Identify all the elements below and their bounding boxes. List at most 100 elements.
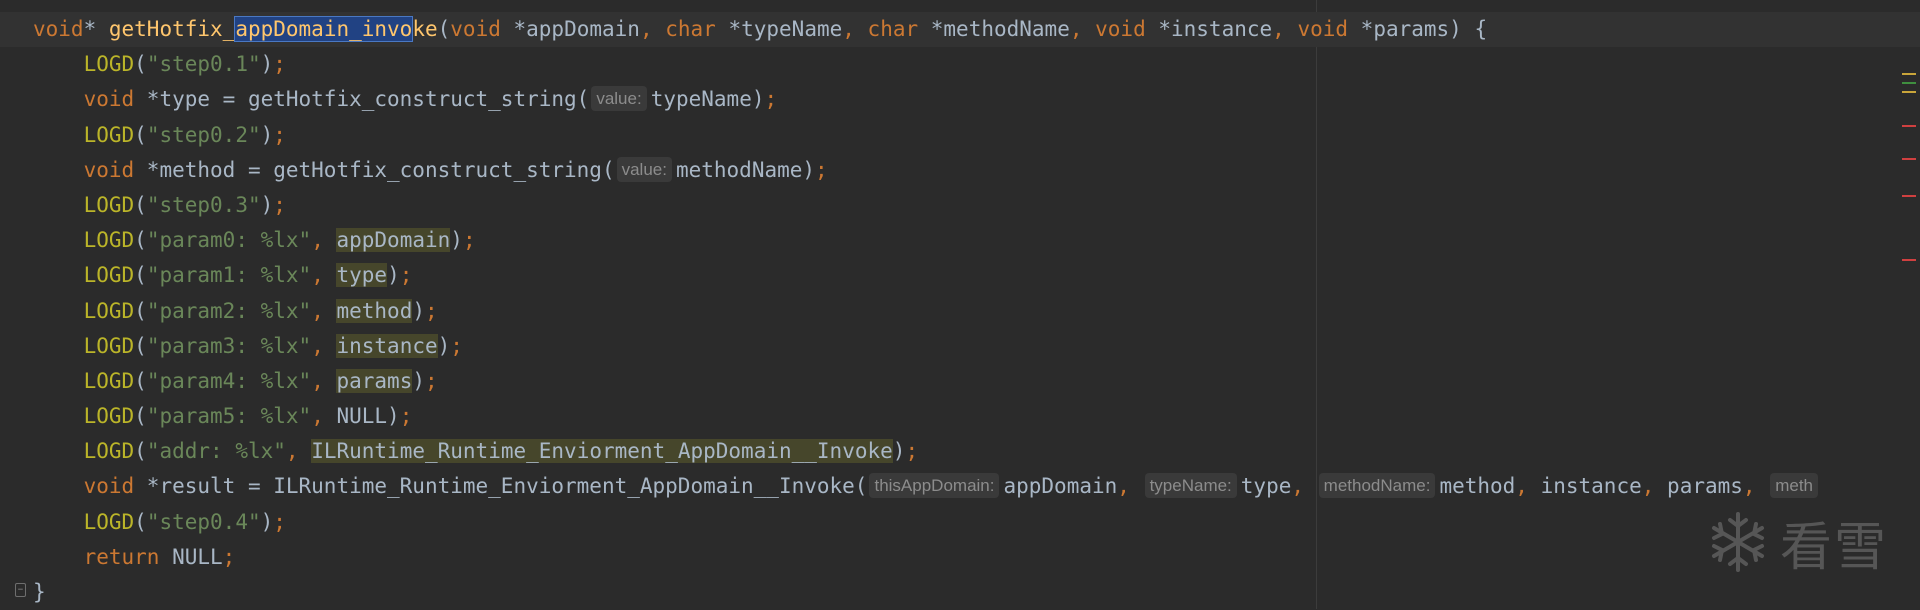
code-line[interactable]: LOGD("step0.3"); <box>33 188 1920 223</box>
code-line[interactable]: void *method = getHotfix_construct_strin… <box>33 153 1920 188</box>
code-token: ) <box>412 368 425 393</box>
macro-token: LOGD <box>83 263 135 288</box>
error-stripe-mark[interactable] <box>1902 124 1916 127</box>
punctuation-token: ; <box>222 544 236 569</box>
string-literal: "param1: %lx" <box>146 263 312 288</box>
code-token: type <box>1240 474 1292 499</box>
watermark-text: 看雪 <box>1780 517 1889 578</box>
string-literal: "param4: %lx" <box>146 368 312 393</box>
code-line[interactable]: void *type = getHotfix_construct_string(… <box>33 82 1920 117</box>
punctuation-token: , <box>639 17 666 41</box>
watermark: 看雪 <box>1706 508 1906 578</box>
code-line[interactable]: LOGD("param2: %lx", method); <box>33 294 1920 329</box>
editor-gutter: − − <box>0 0 30 609</box>
code-token: methodName) <box>675 157 816 182</box>
code-token: ) <box>387 263 400 288</box>
code-line[interactable]: void *result = ILRuntime_Runtime_Enviorm… <box>33 469 1920 504</box>
punctuation-token: ; <box>425 368 438 393</box>
usage-highlight: appDomain <box>336 228 451 253</box>
parameter-hint: typeName: <box>1144 473 1237 499</box>
code-line[interactable]: return NULL; <box>33 540 1920 575</box>
code-token: ( <box>134 263 147 288</box>
error-stripe-mark[interactable] <box>1902 158 1916 161</box>
parameter-hint: value: <box>616 156 672 182</box>
code-token: * <box>83 17 109 41</box>
string-literal: "param2: %lx" <box>146 298 312 323</box>
code-line[interactable]: void* getHotfix_appDomain_invoke(void *a… <box>0 12 1920 48</box>
code-token: ( <box>134 368 147 393</box>
punctuation-token: , <box>1117 474 1143 499</box>
error-stripe-mark[interactable] <box>1902 194 1916 197</box>
code-line[interactable]: } <box>33 575 1920 610</box>
keyword-token: void <box>83 157 135 182</box>
code-token: *instance <box>1145 17 1273 41</box>
macro-token: LOGD <box>83 192 135 217</box>
punctuation-token: , <box>311 228 337 253</box>
code-token: instance <box>1540 474 1642 499</box>
code-area[interactable]: void* getHotfix_appDomain_invoke(void *a… <box>0 0 1920 610</box>
punctuation-token: ; <box>399 263 413 288</box>
code-line[interactable]: LOGD("step0.1"); <box>33 47 1920 82</box>
code-line[interactable]: LOGD("param3: %lx", instance); <box>33 329 1920 364</box>
punctuation-token: ; <box>905 439 919 464</box>
code-token: *appDomain <box>500 17 640 41</box>
punctuation-token: , <box>311 298 337 323</box>
code-token: *methodName <box>918 17 1070 41</box>
code-line[interactable]: LOGD("param5: %lx", NULL); <box>33 399 1920 434</box>
keyword-token: void <box>1297 17 1349 41</box>
parameter-hint: value: <box>591 86 647 112</box>
punctuation-token: , <box>311 263 337 288</box>
code-token: NULL) <box>336 404 400 429</box>
string-literal: "step0.1" <box>146 52 261 77</box>
usage-highlight: instance <box>336 333 438 358</box>
code-token: *method = getHotfix_construct_string( <box>134 157 615 182</box>
macro-token: LOGD <box>83 122 135 147</box>
error-stripe-mark[interactable] <box>1902 91 1916 94</box>
code-editor[interactable]: − − void* getHotfix_appDomain_invoke(voi… <box>0 0 1920 609</box>
code-line[interactable]: LOGD("addr: %lx", ILRuntime_Runtime_Envi… <box>33 434 1920 469</box>
code-token: ( <box>437 17 451 41</box>
keyword-token: return <box>83 544 160 569</box>
code-token: ) <box>892 439 906 464</box>
error-stripe-mark[interactable] <box>1902 258 1916 261</box>
punctuation-token: ; <box>273 509 286 534</box>
code-line[interactable]: LOGD("param1: %lx", type); <box>33 258 1920 293</box>
macro-token: LOGD <box>83 368 135 393</box>
code-line[interactable]: LOGD("step0.4"); <box>33 505 1920 540</box>
code-line[interactable]: LOGD("param0: %lx", appDomain); <box>33 223 1920 258</box>
snowflake-icon <box>1712 512 1764 572</box>
code-token: *typeName <box>715 17 843 41</box>
error-stripe-mark[interactable] <box>1902 82 1916 85</box>
code-token: ( <box>134 404 147 429</box>
keyword-token: void <box>83 474 135 499</box>
code-line[interactable]: LOGD("param4: %lx", params); <box>33 364 1920 399</box>
code-token: typeName) <box>650 87 765 112</box>
punctuation-token: , <box>842 17 868 41</box>
fold-end-icon[interactable]: − <box>15 583 26 597</box>
code-token: ( <box>134 52 147 77</box>
macro-token: LOGD <box>83 52 135 77</box>
error-stripe-mark[interactable] <box>1902 73 1916 76</box>
code-token: } <box>33 580 46 604</box>
punctuation-token: ; <box>273 192 286 217</box>
parameter-hint: meth <box>1770 473 1818 499</box>
usage-highlight: method <box>336 298 413 323</box>
code-line[interactable]: LOGD("step0.2"); <box>33 118 1920 153</box>
string-literal: "step0.3" <box>146 192 261 217</box>
keyword-token: void <box>83 87 135 112</box>
string-literal: "param5: %lx" <box>146 404 312 429</box>
punctuation-token: , <box>1515 474 1541 499</box>
function-name-token: getHotfix_ <box>108 17 236 41</box>
code-token: *params) { <box>1348 17 1488 41</box>
macro-token: LOGD <box>83 509 135 534</box>
keyword-token: char <box>665 17 716 41</box>
string-literal: "addr: %lx" <box>146 439 286 464</box>
